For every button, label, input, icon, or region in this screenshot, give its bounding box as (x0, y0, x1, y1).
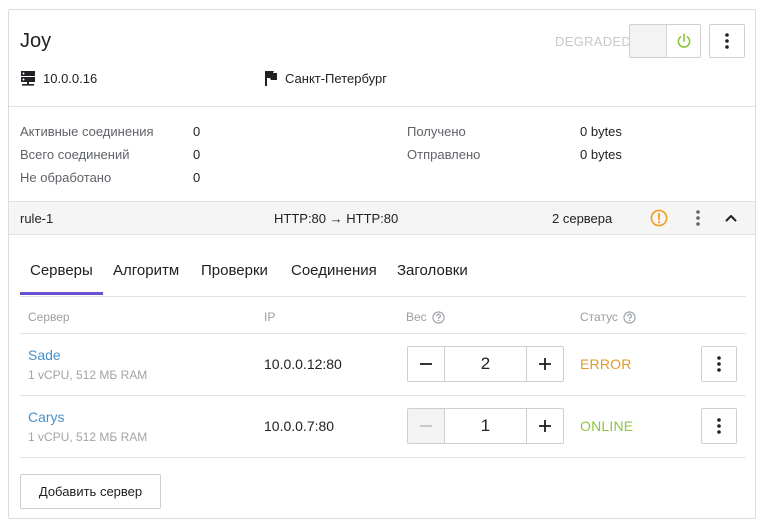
card-header: Joy DEGRADED 10.0.0.16 Санкт-Петербург (9, 10, 755, 107)
tab-algorithm[interactable]: Алгоритм (113, 262, 179, 279)
stat-received-label: Получено (407, 124, 466, 139)
power-toggle-on[interactable] (667, 25, 700, 57)
stat-active-label: Активные соединения (20, 124, 154, 139)
server-status: ERROR (580, 356, 632, 372)
rule-collapse-button[interactable] (723, 210, 739, 226)
server-ip-cell: 10.0.0.7:80 (264, 418, 335, 434)
active-tab-indicator (20, 292, 103, 295)
stat-received-value: 0 bytes (580, 124, 622, 139)
power-icon (677, 33, 690, 48)
weight-value[interactable]: 1 (445, 409, 526, 443)
table-divider (20, 457, 746, 458)
stats-panel: Активные соединения 0 Всего соединений 0… (9, 107, 755, 202)
stat-sent-label: Отправлено (407, 147, 481, 162)
kebab-menu-icon (717, 356, 721, 372)
server-name-link[interactable]: Carys (28, 409, 65, 425)
server-location: Санкт-Петербург (264, 70, 387, 86)
server-ip-cell: 10.0.0.12:80 (264, 356, 342, 372)
minus-icon (420, 363, 432, 365)
weight-stepper: 1 (407, 408, 564, 444)
server-ip-value: 10.0.0.16 (43, 70, 98, 86)
kebab-menu-icon (725, 33, 729, 49)
kebab-menu-icon (696, 210, 700, 226)
weight-decrease-button[interactable] (408, 347, 445, 381)
column-header-ip: IP (264, 310, 275, 324)
server-ip: 10.0.0.16 (20, 70, 97, 86)
power-toggle-off[interactable] (630, 25, 667, 57)
kebab-menu-icon (717, 418, 721, 434)
rule-header[interactable]: rule-1 HTTP:80 → HTTP:80 2 сервера (9, 202, 755, 235)
column-header-status-label: Статус (580, 310, 618, 324)
status-badge: DEGRADED (555, 34, 632, 49)
rule-name: rule-1 (20, 211, 54, 226)
column-header-server-label: Сервер (28, 310, 70, 324)
chevron-up-icon (725, 215, 737, 222)
rule-servers-count: 2 сервера (552, 211, 613, 226)
table-divider (20, 395, 746, 396)
server-status: ONLINE (580, 418, 634, 434)
column-header-weight-label: Вес (406, 310, 427, 324)
help-icon[interactable] (432, 310, 445, 324)
tab-headers[interactable]: Заголовки (397, 262, 468, 279)
rule-menu-button[interactable] (691, 209, 705, 227)
column-header-server: Сервер (28, 310, 70, 324)
weight-increase-button[interactable] (526, 409, 563, 443)
stat-unprocessed-label: Не обработано (20, 170, 112, 185)
table-divider (20, 333, 746, 334)
weight-value[interactable]: 2 (445, 347, 526, 381)
stat-total-label: Всего соединений (20, 147, 130, 162)
minus-icon (420, 425, 432, 427)
load-balancer-card: Joy DEGRADED 10.0.0.16 Санкт-Петербург А… (8, 9, 756, 519)
weight-increase-button[interactable] (526, 347, 563, 381)
server-spec: 1 vCPU, 512 МБ RAM (28, 430, 148, 444)
stat-active-value: 0 (193, 124, 201, 139)
power-toggle[interactable] (629, 24, 701, 58)
stat-sent-value: 0 bytes (580, 147, 622, 162)
tab-checks[interactable]: Проверки (201, 262, 268, 279)
server-menu-button[interactable] (701, 408, 737, 444)
header-menu-button[interactable] (709, 24, 745, 58)
server-location-value: Санкт-Петербург (285, 70, 387, 86)
help-icon[interactable] (623, 310, 636, 324)
tab-bar: Серверы Алгоритм Проверки Соединения Заг… (20, 260, 746, 297)
flag-icon (265, 71, 277, 86)
server-name-link[interactable]: Sade (28, 347, 61, 363)
column-header-weight: Вес (406, 310, 445, 324)
plus-icon (539, 420, 551, 432)
tab-servers[interactable]: Серверы (30, 262, 93, 279)
rule-mapping: HTTP:80 → HTTP:80 (274, 211, 399, 226)
page-title: Joy (20, 30, 52, 52)
stat-unprocessed-value: 0 (193, 170, 201, 185)
tab-connections[interactable]: Соединения (291, 262, 377, 279)
warning-icon (649, 208, 669, 228)
server-spec: 1 vCPU, 512 МБ RAM (28, 368, 148, 382)
weight-decrease-button[interactable] (408, 409, 445, 443)
server-menu-button[interactable] (701, 346, 737, 382)
weight-stepper: 2 (407, 346, 564, 382)
column-header-ip-label: IP (264, 310, 276, 324)
stat-total-value: 0 (193, 147, 201, 162)
server-icon (21, 71, 35, 86)
add-server-button[interactable]: Добавить сервер (20, 474, 161, 509)
column-header-status: Статус (580, 310, 636, 324)
plus-icon (539, 358, 551, 370)
